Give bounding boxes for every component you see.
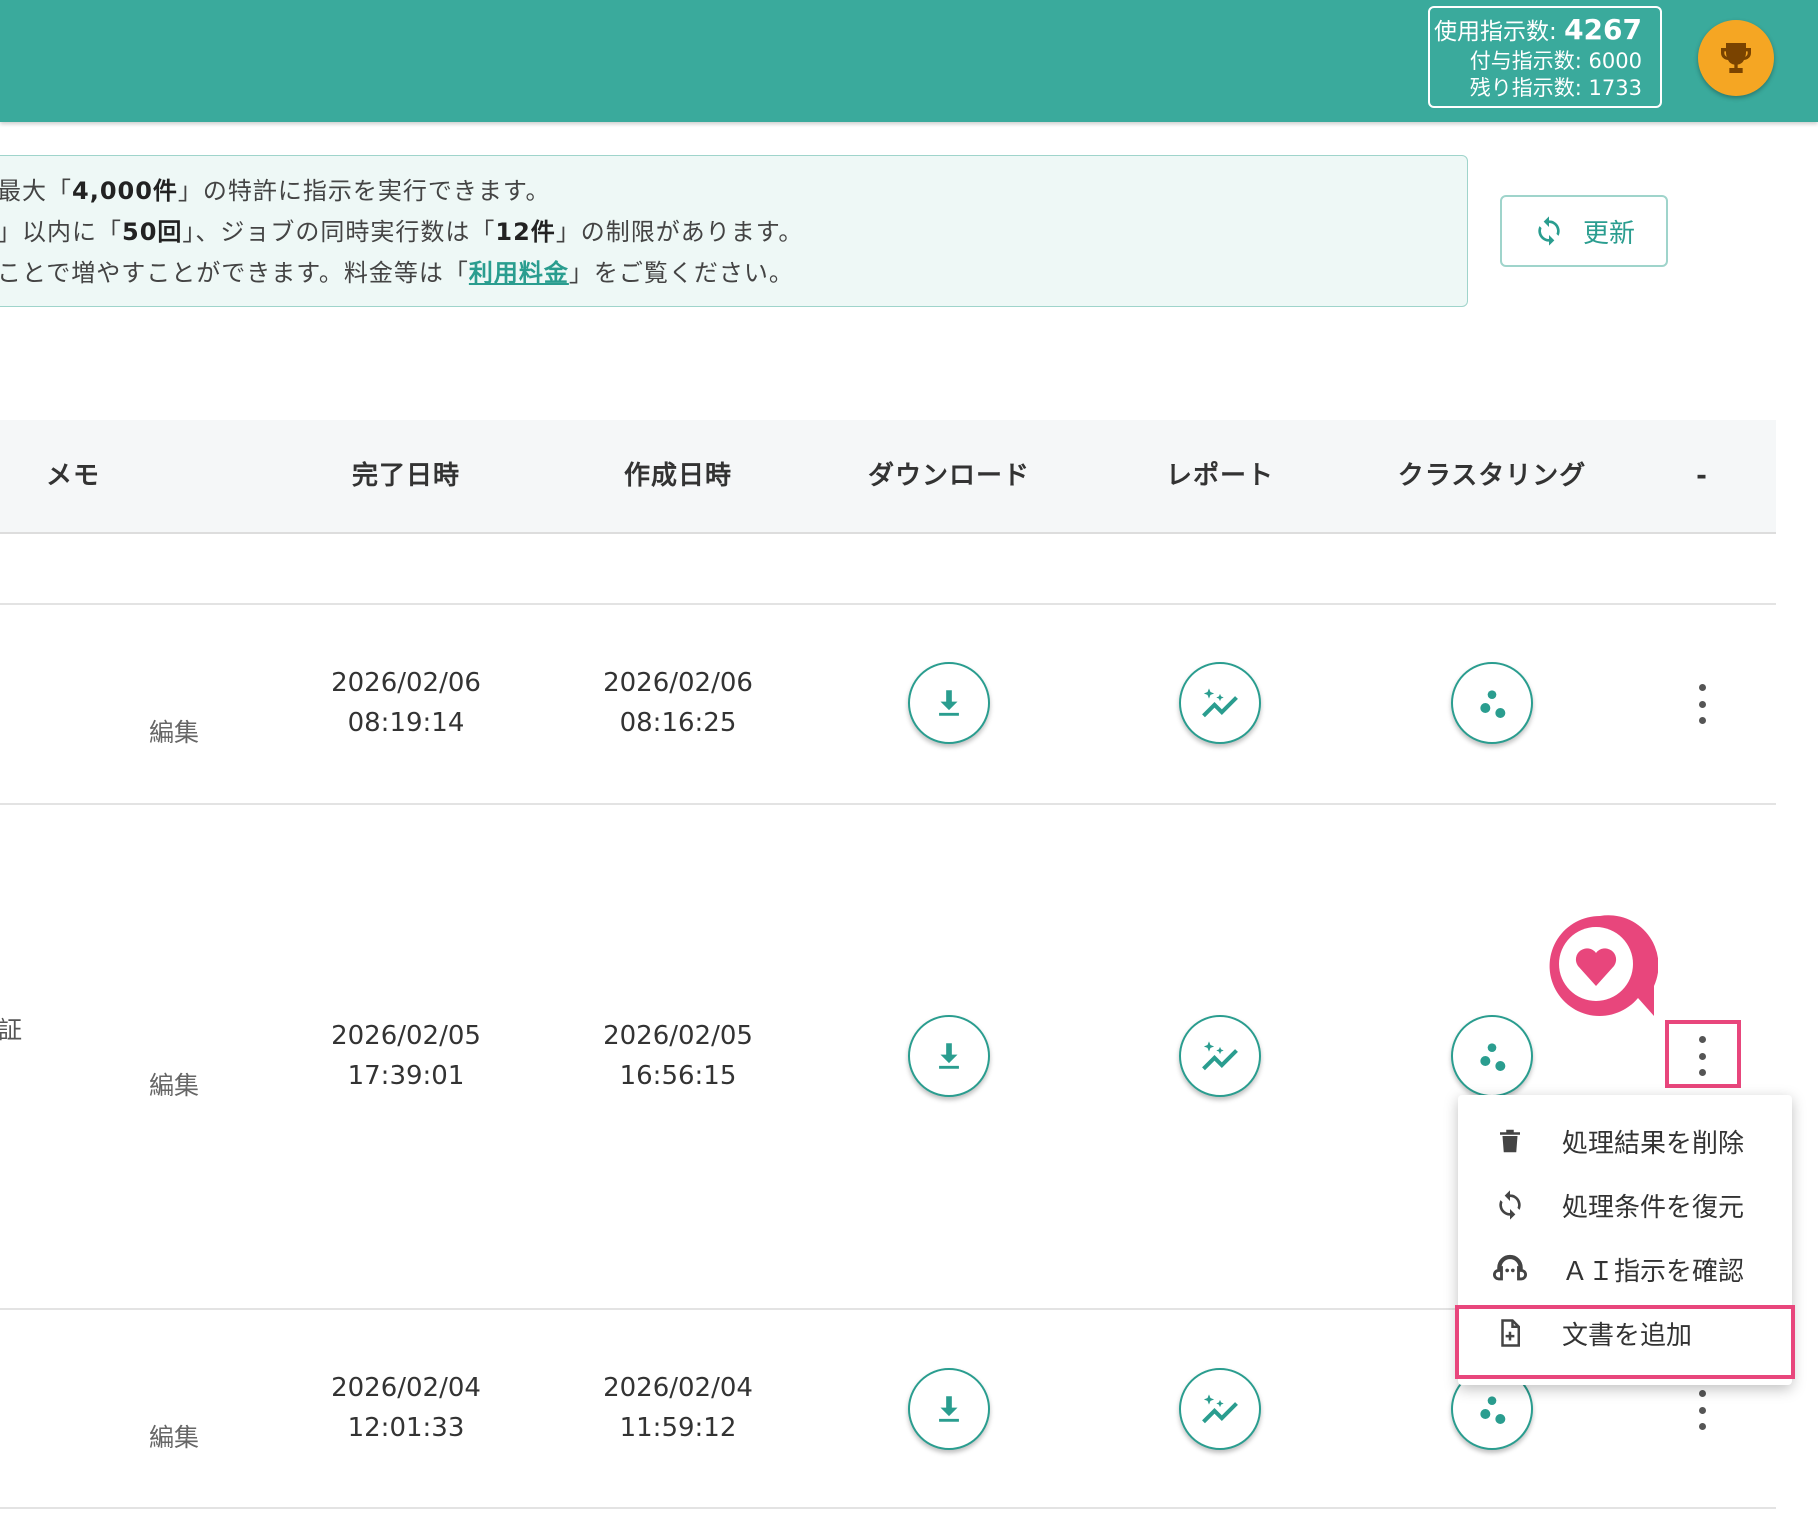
menu-item-delete-results[interactable]: 処理結果を削除 bbox=[1458, 1109, 1792, 1173]
report-button[interactable] bbox=[1179, 1015, 1261, 1097]
created-datetime: 2026/02/06 08:16:25 bbox=[603, 668, 753, 738]
menu-item-label: 処理結果を削除 bbox=[1562, 1128, 1745, 1159]
completed-datetime: 2026/02/05 17:39:01 bbox=[331, 1021, 481, 1091]
col-download: ダウンロード bbox=[867, 461, 1031, 491]
row-divider bbox=[0, 803, 1776, 805]
col-created[interactable]: 作成日時 bbox=[624, 420, 732, 532]
notice-line-2: 」以内に「50回」、ジョブの同時実行数は「12件」の制限があります。 bbox=[0, 218, 804, 246]
sparkle-chart-icon bbox=[1202, 1394, 1238, 1424]
edit-memo-link[interactable]: 編集 bbox=[149, 1418, 199, 1454]
sparkle-chart-icon bbox=[1202, 1041, 1238, 1071]
menu-item-view-ai-instructions[interactable]: ＡＩ指示を確認 bbox=[1458, 1237, 1792, 1301]
granted-count: 付与指示数: 6000 bbox=[1469, 49, 1642, 73]
download-icon bbox=[939, 1396, 959, 1422]
restore-icon bbox=[1490, 1185, 1530, 1225]
download-button[interactable] bbox=[908, 1015, 990, 1097]
cluster-dots-icon bbox=[1480, 1043, 1506, 1071]
col-memo[interactable]: メモ bbox=[46, 420, 100, 532]
download-button[interactable] bbox=[908, 662, 990, 744]
created-datetime: 2026/02/04 11:59:12 bbox=[603, 1373, 753, 1443]
row-title-fragment: 証 bbox=[0, 1016, 22, 1044]
col-clustering: クラスタリング bbox=[1397, 461, 1587, 491]
download-button[interactable] bbox=[908, 1368, 990, 1450]
more-menu-button[interactable] bbox=[1692, 684, 1712, 724]
edit-memo-link[interactable]: 編集 bbox=[149, 713, 199, 749]
row-divider bbox=[0, 1507, 1776, 1509]
menu-item-label: ＡＩ指示を確認 bbox=[1562, 1256, 1745, 1287]
refresh-icon bbox=[1538, 216, 1560, 246]
download-icon bbox=[939, 1043, 959, 1069]
top-bar: 使用指示数: 4267 付与指示数: 6000 残り指示数: 1733 bbox=[0, 0, 1818, 122]
trophy-icon bbox=[1721, 43, 1751, 73]
completed-datetime: 2026/02/04 12:01:33 bbox=[331, 1373, 481, 1443]
menu-item-restore-conditions[interactable]: 処理条件を復元 bbox=[1458, 1173, 1792, 1237]
sparkle-chart-icon bbox=[1202, 688, 1238, 718]
highlight-box bbox=[1455, 1305, 1795, 1379]
highlight-box bbox=[1665, 1020, 1741, 1088]
more-menu-button[interactable] bbox=[1692, 1390, 1712, 1430]
pricing-link[interactable]: 利用料金 bbox=[469, 259, 569, 287]
report-button[interactable] bbox=[1179, 1368, 1261, 1450]
cluster-dots-icon bbox=[1480, 690, 1506, 718]
limits-notice: 最大「4,000件」の特許に指示を実行できます。 」以内に「50回」、ジョブの同… bbox=[0, 155, 1468, 307]
used-value: 4267 bbox=[1564, 13, 1642, 46]
clustering-button[interactable] bbox=[1451, 662, 1533, 744]
refresh-button[interactable]: 更新 bbox=[1500, 195, 1668, 267]
cluster-dots-icon bbox=[1480, 1396, 1506, 1424]
notice-line-1: 最大「4,000件」の特許に指示を実行できます。 bbox=[0, 177, 551, 205]
refresh-label: 更新 bbox=[1582, 218, 1635, 249]
col-more: - bbox=[1696, 461, 1708, 491]
report-button[interactable] bbox=[1179, 662, 1261, 744]
download-icon bbox=[939, 690, 959, 716]
used-label: 使用指示数: bbox=[1434, 19, 1557, 45]
created-datetime: 2026/02/05 16:56:15 bbox=[603, 1021, 753, 1091]
row-divider bbox=[0, 603, 1776, 605]
notice-line-3: ことで増やすことができます。料金等は「利用料金」をご覧ください。 bbox=[0, 259, 794, 287]
completed-datetime: 2026/02/06 08:19:14 bbox=[331, 668, 481, 738]
trophy-button[interactable] bbox=[1698, 20, 1774, 96]
col-report: レポート bbox=[1165, 461, 1275, 491]
usage-counter: 使用指示数: 4267 付与指示数: 6000 残り指示数: 1733 bbox=[1428, 6, 1662, 108]
col-completed[interactable]: 完了日時 bbox=[352, 420, 460, 532]
ai-head-icon bbox=[1490, 1249, 1530, 1289]
menu-item-label: 処理条件を復元 bbox=[1562, 1192, 1745, 1223]
edit-memo-link[interactable]: 編集 bbox=[149, 1066, 199, 1102]
heart-pin-marker bbox=[1549, 915, 1658, 1016]
clustering-button[interactable] bbox=[1451, 1015, 1533, 1097]
trash-icon bbox=[1490, 1121, 1530, 1161]
table-header: メモ 完了日時 作成日時 ダウンロード レポート クラスタリング - bbox=[0, 420, 1776, 534]
remaining-count: 残り指示数: 1733 bbox=[1469, 76, 1642, 100]
